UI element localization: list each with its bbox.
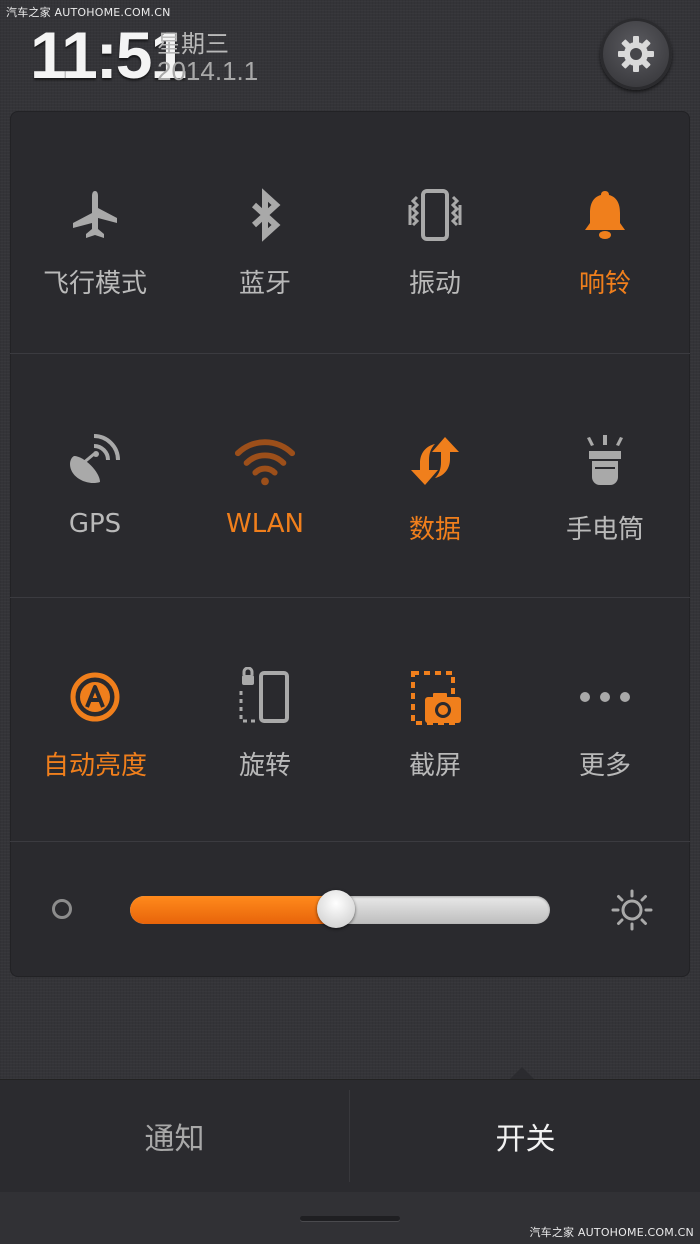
tab-notifications[interactable]: 通知	[0, 1080, 349, 1192]
toggle-label: 振动	[408, 269, 461, 299]
toggle-label: 数据	[408, 515, 461, 545]
status-header: 11:51 星期三 2014.1.1	[0, 0, 700, 110]
toggle-label: 蓝牙	[238, 269, 291, 299]
date-label: 2014.1.1	[157, 56, 259, 86]
toggle-vibrate[interactable]: 振动	[350, 111, 520, 354]
auto-brightness-icon	[70, 672, 120, 722]
toggle-screenshot[interactable]: 截屏	[350, 599, 520, 842]
watermark-bottom: 汽车之家 AUTOHOME.COM.CN	[529, 1226, 694, 1239]
toggle-label: GPS	[68, 509, 122, 539]
brightness-slider-fill	[130, 896, 336, 924]
wifi-icon	[234, 439, 296, 486]
bell-icon	[585, 191, 625, 239]
airplane-icon	[73, 191, 117, 238]
sun-icon	[611, 889, 653, 931]
toggle-rotation[interactable]: 旋转	[180, 599, 350, 842]
toggle-label: 响铃	[578, 269, 631, 299]
vibrate-icon	[408, 189, 462, 241]
bluetooth-icon	[251, 188, 281, 242]
toggle-label: 更多	[578, 751, 631, 781]
toggle-label: 旋转	[238, 751, 291, 781]
toggle-airplane-mode[interactable]: 飞行模式	[10, 111, 180, 354]
bottom-tab-bar: 通知 开关	[0, 1079, 700, 1192]
data-icon	[411, 437, 459, 485]
tab-divider	[349, 1090, 350, 1182]
screenshot-icon	[411, 671, 461, 725]
toggle-wlan[interactable]: WLAN	[180, 355, 350, 598]
rotate-icon	[239, 667, 289, 723]
toggle-label: 飞行模式	[42, 269, 147, 299]
toggle-panel: 飞行模式 蓝牙 振动 响铃 GPS WLAN 数据 手电筒 自动亮度 旋转 截屏…	[10, 111, 690, 977]
brightness-control	[10, 842, 690, 977]
brightness-min-icon	[52, 899, 72, 919]
toggle-bluetooth[interactable]: 蓝牙	[180, 111, 350, 354]
toggle-row-1: 飞行模式 蓝牙 振动 响铃	[10, 111, 690, 354]
weekday-label: 星期三	[157, 30, 229, 58]
row-divider	[10, 597, 690, 598]
toggle-label: WLAN	[225, 509, 305, 539]
gps-icon	[70, 434, 120, 484]
toggle-ringer[interactable]: 响铃	[520, 111, 690, 354]
drag-handle[interactable]	[300, 1216, 400, 1221]
toggle-mobile-data[interactable]: 数据	[350, 355, 520, 598]
toggle-more[interactable]: 更多	[520, 599, 690, 842]
toggle-row-2: GPS WLAN 数据 手电筒	[10, 355, 690, 598]
toggle-label: 自动亮度	[42, 751, 147, 781]
toggle-label: 手电筒	[565, 515, 644, 545]
toggle-gps[interactable]: GPS	[10, 355, 180, 598]
flashlight-icon	[587, 435, 623, 485]
row-divider	[10, 353, 690, 354]
gear-icon	[618, 36, 654, 72]
brightness-slider-thumb[interactable]	[316, 890, 355, 928]
toggle-flashlight[interactable]: 手电筒	[520, 355, 690, 598]
toggle-label: 截屏	[408, 751, 461, 781]
toggle-auto-brightness[interactable]: 自动亮度	[10, 599, 180, 842]
toggle-row-3: 自动亮度 旋转 截屏 更多	[10, 599, 690, 842]
settings-button[interactable]	[600, 18, 672, 90]
more-icon	[580, 692, 630, 702]
tab-toggles[interactable]: 开关	[351, 1080, 700, 1192]
